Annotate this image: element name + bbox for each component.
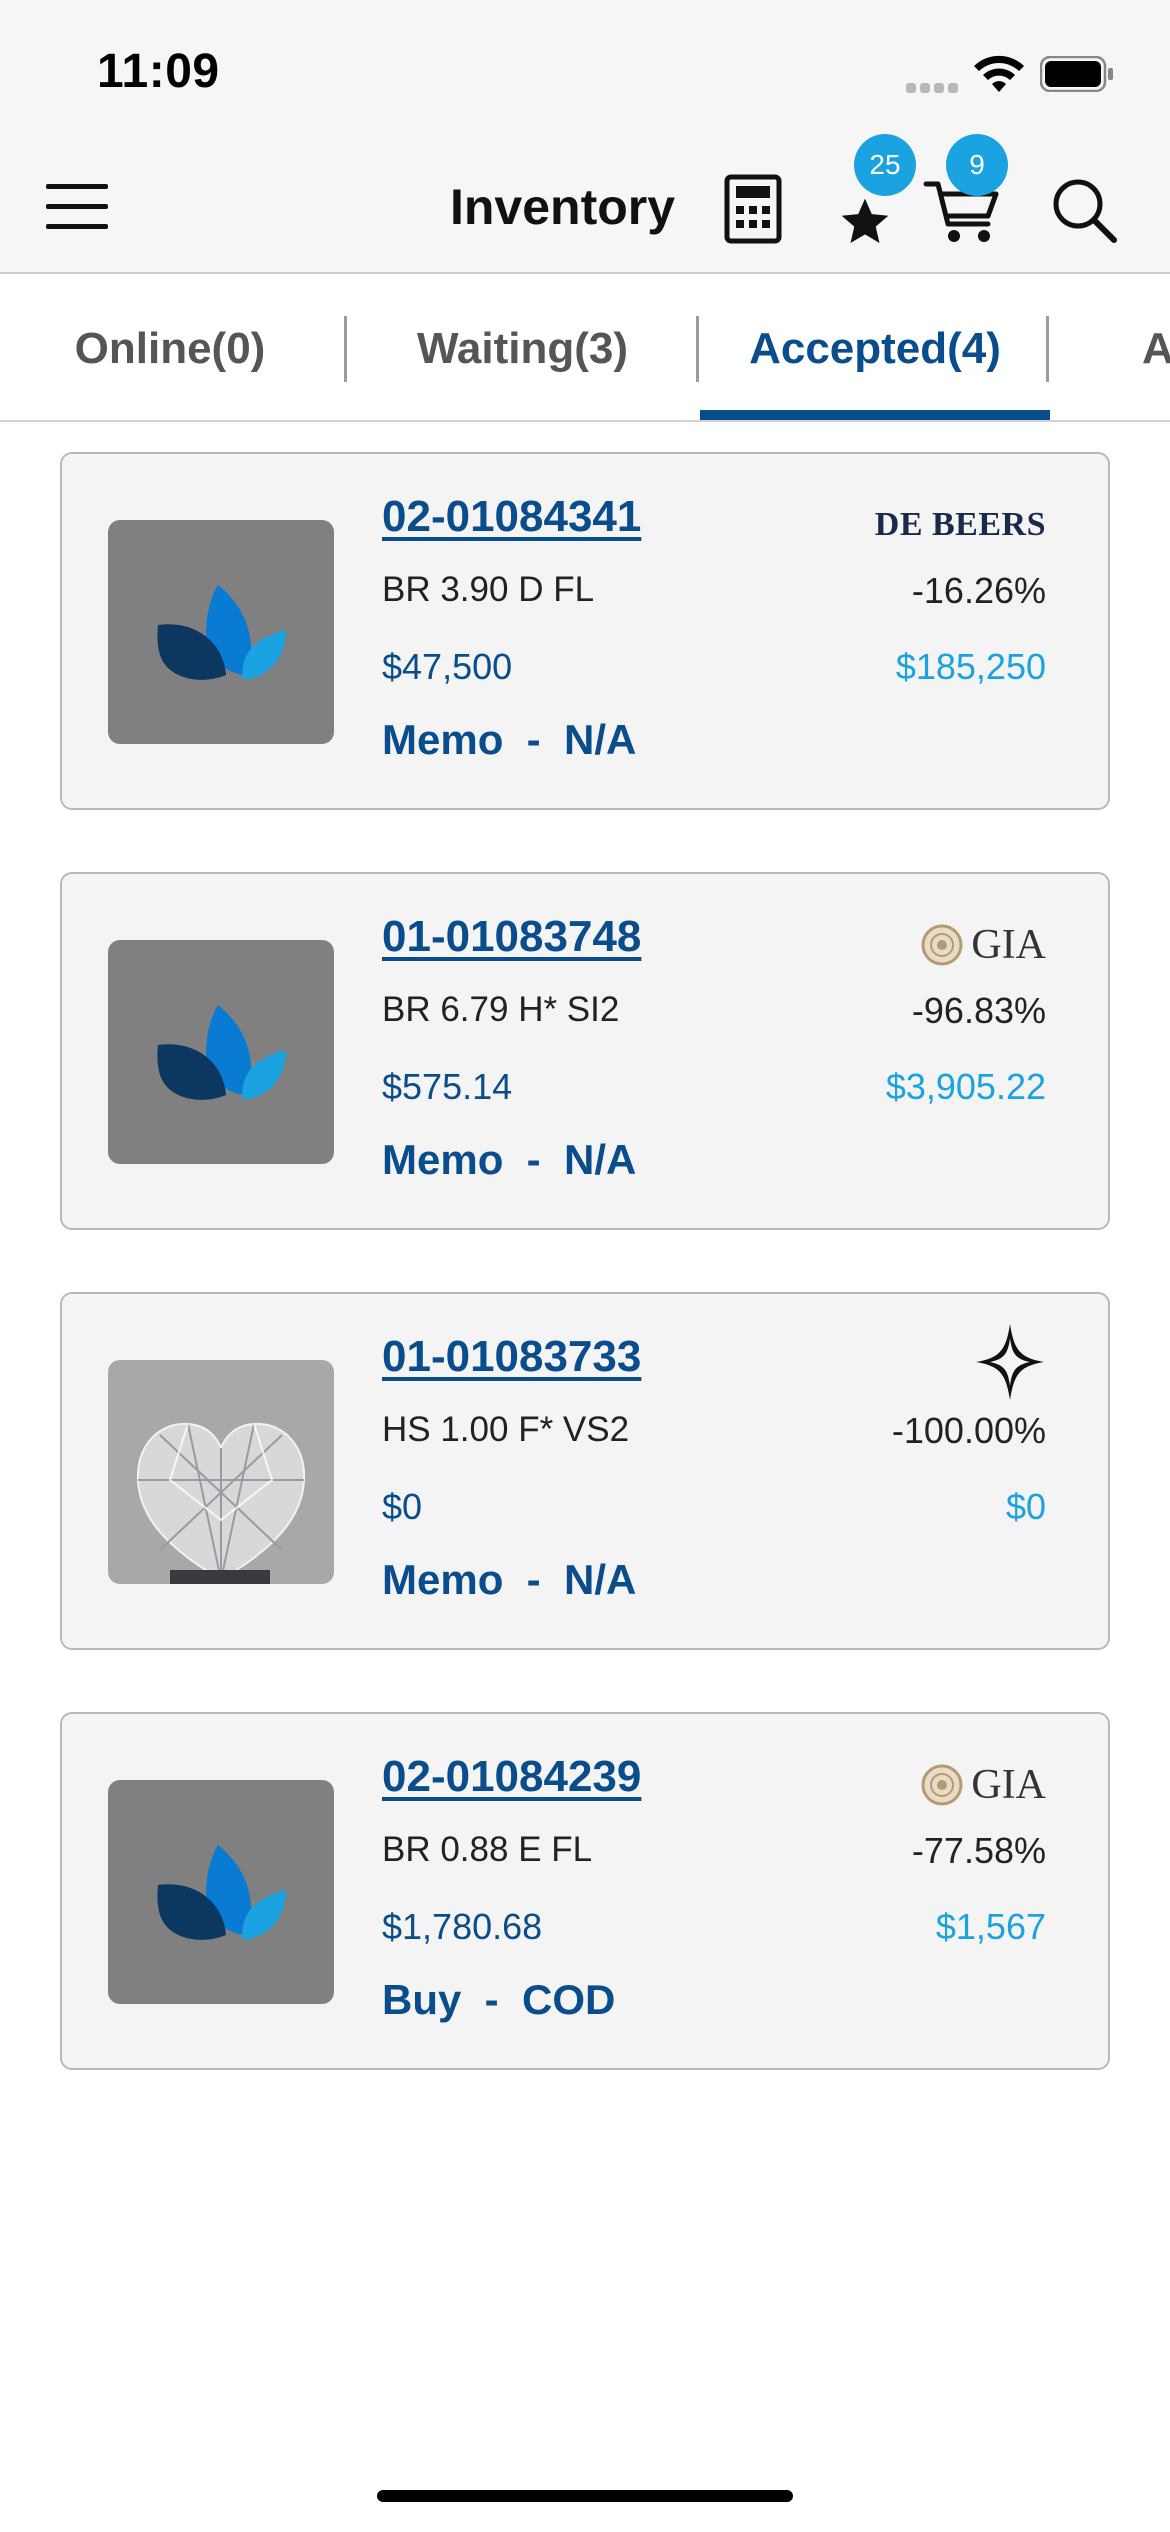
stock-id-link[interactable]: 01-01083748 <box>382 912 641 962</box>
total-price: $0 <box>1005 1486 1046 1527</box>
inventory-card[interactable]: 01-01083733 HS 1.00 F* VS2 -100.00% $0 $… <box>60 1292 1110 1650</box>
lab-logo-de-beers: DE BEERS <box>875 498 1046 552</box>
price-per-carat: $575.14 <box>382 1066 513 1107</box>
menu-icon[interactable] <box>46 184 108 232</box>
terms: Memo - N/A <box>382 1556 637 1603</box>
tab-divider <box>696 316 699 382</box>
favorites-count-badge: 25 <box>854 134 916 196</box>
inventory-card[interactable]: 02-01084341 DE BEERS BR 3.90 D FL -16.26… <box>60 452 1110 810</box>
lab-name: GIA <box>971 1762 1046 1808</box>
status-bar: 11:09 <box>0 0 1170 140</box>
stock-id-link[interactable]: 01-01083733 <box>382 1332 641 1382</box>
lotus-logo-icon <box>157 1845 286 1940</box>
discount-percent: -100.00% <box>891 1410 1046 1451</box>
tab-waiting[interactable]: Waiting(3) <box>390 276 655 420</box>
price-per-carat: $47,500 <box>382 646 513 687</box>
page-title: Inventory <box>450 179 676 235</box>
stock-id-link[interactable]: 02-01084239 <box>382 1752 641 1802</box>
terms: Memo - N/A <box>382 716 637 763</box>
home-indicator <box>377 2490 793 2502</box>
heart-diamond-image <box>136 1422 306 1584</box>
status-time: 11:09 <box>97 45 220 98</box>
stock-id-link[interactable]: 02-01084341 <box>382 492 641 542</box>
tab-divider <box>1046 316 1049 382</box>
placeholder-logo-thumbnail <box>108 1780 334 2004</box>
lab-logo-gia: GIA <box>921 1758 1046 1812</box>
status-tabs: Online(0) Waiting(3) Accepted(4) A <box>0 276 1170 422</box>
inventory-card[interactable]: 01-01083748 GIA BR 6.79 H* SI2 -96.83% $… <box>60 872 1110 1230</box>
stone-specs: BR 6.79 H* SI2 <box>382 990 620 1029</box>
stone-specs: BR 3.90 D FL <box>382 570 595 609</box>
discount-percent: -96.83% <box>911 990 1046 1031</box>
price-per-carat: $0 <box>382 1486 423 1527</box>
battery-icon <box>1040 56 1113 92</box>
terms: Memo - N/A <box>382 1136 637 1183</box>
total-price: $3,905.22 <box>885 1066 1046 1107</box>
placeholder-logo-thumbnail <box>108 520 334 744</box>
gia-seal-icon <box>921 924 963 966</box>
diamond-star-icon <box>976 1324 1044 1400</box>
stone-specs: HS 1.00 F* VS2 <box>382 1410 630 1449</box>
calculator-icon[interactable] <box>724 174 782 244</box>
diamond-photo-thumbnail <box>108 1360 334 1584</box>
placeholder-logo-thumbnail <box>108 940 334 1164</box>
stone-specs: BR 0.88 E FL <box>382 1830 593 1869</box>
nav-bar: Inventory 25 9 <box>0 134 1170 274</box>
inventory-card[interactable]: 02-01084239 GIA BR 0.88 E FL -77.58% $1,… <box>60 1712 1110 2070</box>
lab-logo-diamond <box>974 1322 1046 1402</box>
lab-name: GIA <box>971 922 1046 968</box>
cart-count-badge: 9 <box>946 134 1008 196</box>
tab-online[interactable]: Online(0) <box>40 276 300 420</box>
lotus-logo-icon <box>157 585 286 680</box>
active-tab-indicator <box>700 410 1050 420</box>
total-price: $185,250 <box>895 646 1046 687</box>
tab-next-partial[interactable]: A <box>1142 276 1170 420</box>
tab-divider <box>344 316 347 382</box>
wifi-icon <box>974 55 1024 92</box>
tab-accepted[interactable]: Accepted(4) <box>700 276 1050 420</box>
lotus-logo-icon <box>157 1005 286 1100</box>
total-price: $1,567 <box>935 1906 1046 1947</box>
search-icon[interactable] <box>1050 176 1118 244</box>
discount-percent: -77.58% <box>911 1830 1046 1871</box>
gia-seal-icon <box>921 1764 963 1806</box>
discount-percent: -16.26% <box>911 570 1046 611</box>
price-per-carat: $1,780.68 <box>382 1906 543 1947</box>
terms: Buy - COD <box>382 1976 616 2023</box>
lab-name: DE BEERS <box>874 506 1046 543</box>
cellular-signal-icon <box>906 80 962 98</box>
lab-logo-gia: GIA <box>921 918 1046 972</box>
star-icon <box>841 198 889 243</box>
